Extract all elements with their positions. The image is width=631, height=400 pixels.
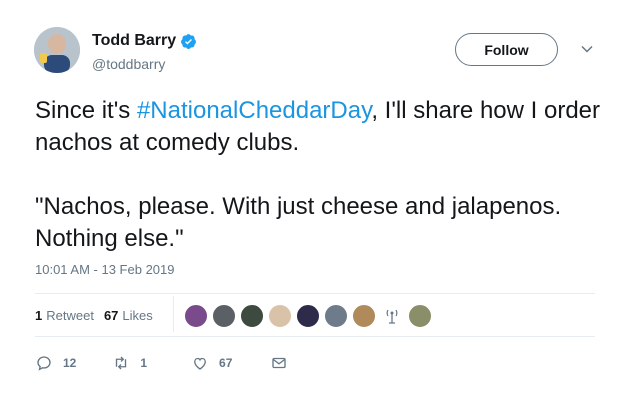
liker-avatar[interactable] xyxy=(380,304,404,328)
liker-avatar[interactable] xyxy=(240,304,264,328)
divider-top xyxy=(35,293,595,294)
liker-avatar[interactable] xyxy=(324,304,348,328)
likes-count: 67 xyxy=(103,308,119,323)
retweet-icon xyxy=(116,356,127,370)
tweet-text-before: Since it's xyxy=(35,97,137,124)
retweets-stat[interactable]: 1 Retweet xyxy=(35,308,94,323)
envelope-icon xyxy=(272,357,287,369)
avatar[interactable] xyxy=(34,27,80,73)
liker-avatar[interactable] xyxy=(296,304,320,328)
liker-avatar[interactable] xyxy=(268,304,292,328)
chevron-down-icon[interactable] xyxy=(580,42,594,56)
user-handle[interactable]: @toddbarry xyxy=(92,56,165,72)
hashtag-link[interactable]: #NationalCheddarDay xyxy=(137,97,371,124)
liker-avatar[interactable] xyxy=(212,304,236,328)
liker-avatar[interactable] xyxy=(408,304,432,328)
heart-icon xyxy=(194,357,206,370)
follow-button[interactable]: Follow xyxy=(455,33,558,66)
retweet-button[interactable]: 1 xyxy=(112,354,147,372)
likes-label: Likes xyxy=(122,308,153,323)
tweet-timestamp[interactable]: 10:01 AM - 13 Feb 2019 xyxy=(35,262,174,277)
reply-button[interactable]: 12 xyxy=(35,354,76,372)
display-name[interactable]: Todd Barry xyxy=(92,32,176,50)
stats-separator xyxy=(173,296,174,332)
like-count: 67 xyxy=(219,356,233,370)
retweets-count: 1 xyxy=(35,308,43,323)
tweet-text: Since it's #NationalCheddarDay, I'll sha… xyxy=(35,95,610,255)
reply-icon xyxy=(37,356,51,371)
like-button[interactable]: 67 xyxy=(191,354,232,372)
liker-avatar[interactable] xyxy=(184,304,208,328)
likes-stat[interactable]: 67 Likes xyxy=(104,308,153,323)
liker-avatar[interactable] xyxy=(352,304,376,328)
liker-avatars xyxy=(184,304,436,328)
reply-count: 12 xyxy=(63,356,77,370)
retweets-label: Retweet xyxy=(46,308,94,323)
direct-message-button[interactable] xyxy=(270,354,288,372)
divider-bottom xyxy=(35,336,595,337)
retweet-count: 1 xyxy=(140,356,148,370)
verified-badge-icon xyxy=(180,33,197,50)
